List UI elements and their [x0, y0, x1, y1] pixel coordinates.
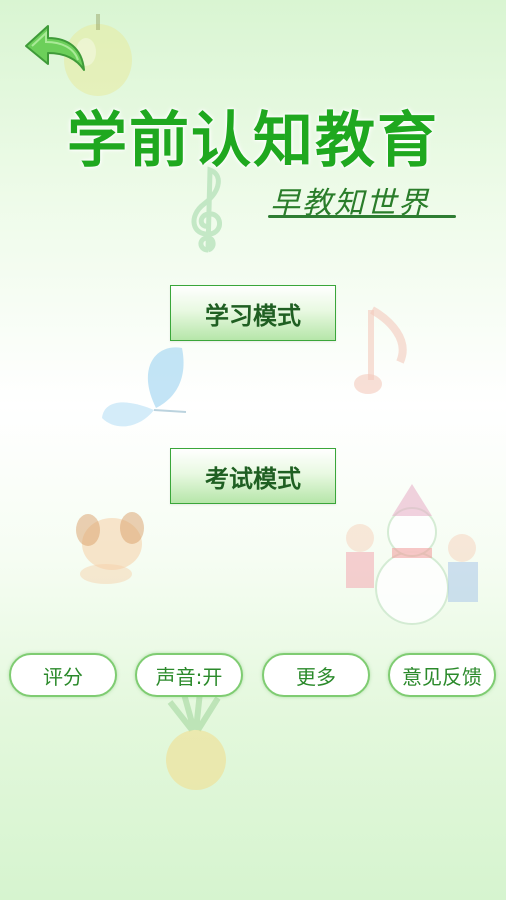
- back-arrow-icon: [25, 25, 85, 71]
- snowman-kids-illustration: [346, 484, 478, 625]
- subtitle-underline: [268, 215, 456, 218]
- feedback-button[interactable]: 意见反馈: [388, 653, 496, 697]
- study-mode-button[interactable]: 学习模式: [170, 285, 336, 341]
- back-button[interactable]: [18, 20, 90, 76]
- exam-mode-button[interactable]: 考试模式: [170, 448, 336, 504]
- pineapple-illustration: [166, 691, 226, 790]
- more-button[interactable]: 更多: [262, 653, 370, 697]
- music-note-illustration: [354, 306, 407, 394]
- puppy-illustration: [76, 512, 144, 584]
- app-title: 学前认知教育: [67, 106, 439, 176]
- sound-toggle-button[interactable]: 声音:开: [135, 653, 243, 697]
- rate-button[interactable]: 评分: [9, 653, 117, 697]
- butterfly-illustration: [102, 347, 187, 427]
